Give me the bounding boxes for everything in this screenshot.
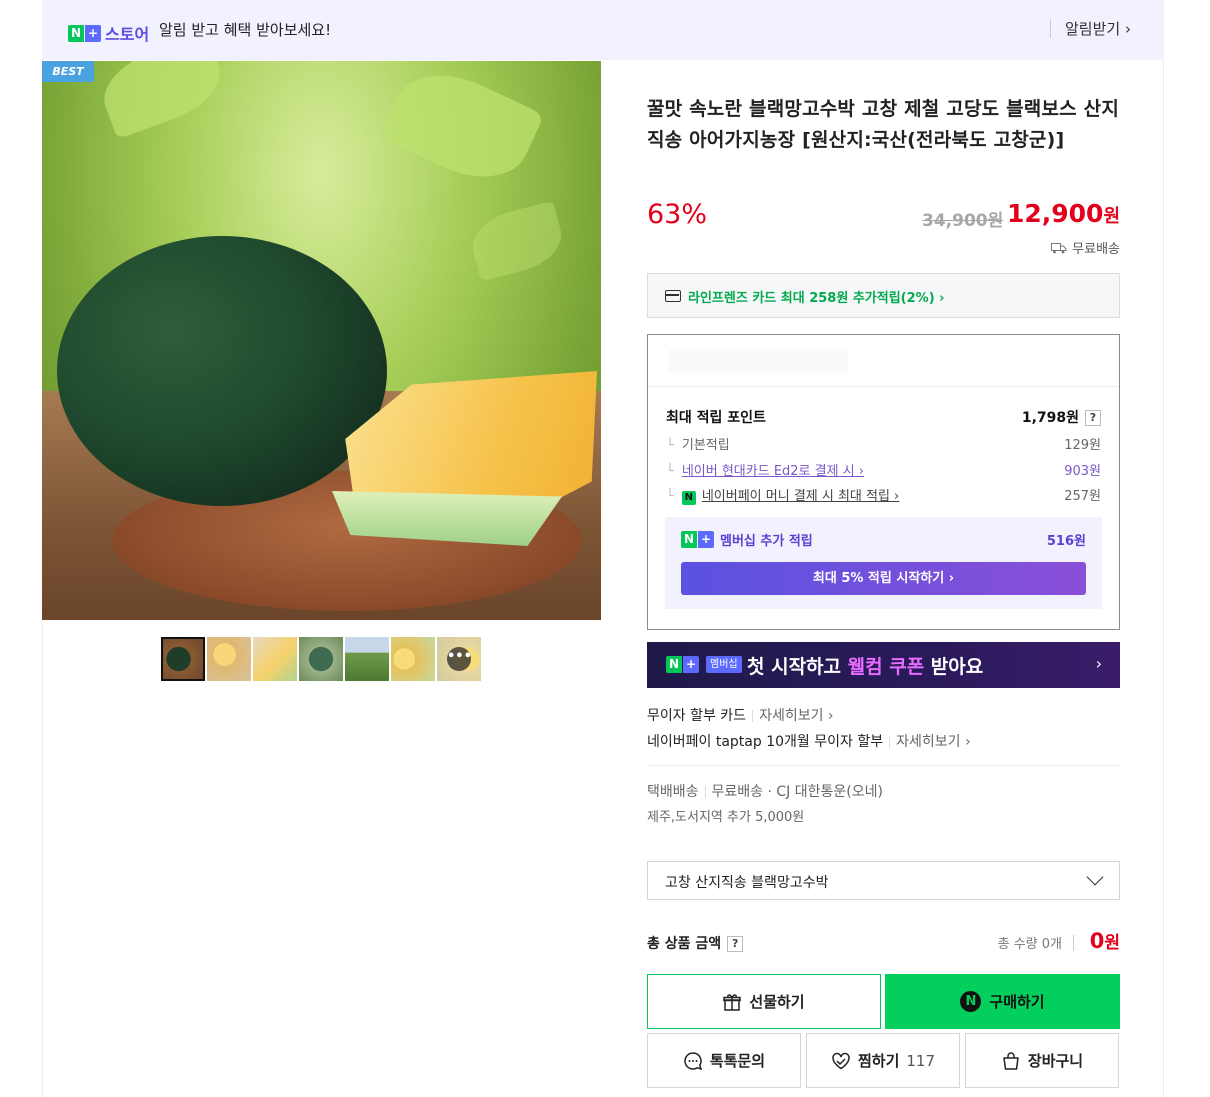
thumbnail[interactable] bbox=[253, 637, 297, 681]
npay-money-link[interactable]: 네이버페이 머니 결제 시 최대 적립 › bbox=[702, 489, 899, 504]
notification-bar: N + 스토어 알림 받고 혜택 받아보세요! 알림받기 › bbox=[42, 0, 1164, 60]
nplus-logo-icon: N + bbox=[68, 24, 101, 42]
thumbnail[interactable] bbox=[161, 637, 205, 681]
shipping-info: 무료배송 bbox=[1051, 238, 1120, 257]
thumbnail[interactable] bbox=[345, 637, 389, 681]
thumbnail-more[interactable]: ••• bbox=[437, 637, 481, 681]
option-select[interactable]: 고창 산지직송 블랙망고수박 bbox=[647, 861, 1120, 900]
membership-label: 멤버십 추가 적립 bbox=[720, 534, 813, 549]
gift-button[interactable]: 선물하기 bbox=[647, 974, 881, 1029]
talk-inquiry-button[interactable]: 톡톡문의 bbox=[647, 1033, 801, 1088]
card-benefit-box[interactable]: 라인프렌즈 카드 최대 258원 추가적립(2%) › bbox=[647, 273, 1120, 318]
npay-icon: N bbox=[681, 491, 696, 505]
points-row-npay: └ N 네이버페이 머니 결제 시 최대 적립 › 257원 bbox=[666, 489, 1101, 505]
discount-rate: 63% bbox=[647, 199, 708, 230]
membership-value: 516원 bbox=[1046, 534, 1086, 549]
original-price: 34,900원 bbox=[922, 211, 1004, 231]
membership-box: N + 멤버십 추가 적립 516원 최대 5% 적립 시작하기 › bbox=[665, 517, 1102, 609]
hyundai-card-link[interactable]: 네이버 현대카드 Ed2로 결제 시 › bbox=[682, 464, 864, 479]
nplus-logo-icon: N + bbox=[666, 656, 699, 673]
store-label: 스토어 bbox=[105, 25, 150, 44]
more-icon: ••• bbox=[447, 647, 472, 671]
card-benefit-text: 라인프렌즈 카드 최대 258원 추가적립(2%) › bbox=[688, 291, 945, 306]
notify-button[interactable]: 알림받기 › bbox=[1065, 18, 1131, 39]
help-icon[interactable]: ? bbox=[1085, 410, 1101, 426]
heart-icon bbox=[832, 1052, 850, 1069]
product-title: 꿀맛 속노란 블랙망고수박 고창 제철 고당도 블랙보스 산지직송 아어가지농장… bbox=[647, 98, 1120, 151]
best-badge: BEST bbox=[42, 61, 94, 82]
naver-plus-store-logo[interactable]: N + 스토어 bbox=[68, 21, 149, 45]
help-icon[interactable]: ? bbox=[727, 936, 744, 952]
points-row-card: └ 네이버 현대카드 Ed2로 결제 시 › 903원 bbox=[666, 464, 1101, 479]
wishlist-button[interactable]: 찜하기 117 bbox=[806, 1033, 960, 1088]
wish-count: 117 bbox=[906, 1051, 936, 1070]
credit-card-icon bbox=[665, 290, 681, 302]
divider bbox=[1050, 19, 1051, 38]
thumbnail-strip: ••• bbox=[161, 637, 481, 681]
taptap-detail-link[interactable]: 자세히보기 › bbox=[896, 734, 970, 750]
total-quantity: 총 수량 0개 bbox=[997, 937, 1062, 952]
points-box: 최대 적립 포인트 1,798원? └ 기본적립 129원 └ 네이버 현대카드 E… bbox=[647, 334, 1120, 630]
thumbnail[interactable] bbox=[207, 637, 251, 681]
thumbnail[interactable] bbox=[391, 637, 435, 681]
membership-start-button[interactable]: 최대 5% 적립 시작하기 › bbox=[681, 562, 1086, 595]
total-price-row: 총 상품 금액? 총 수량 0개 0원 bbox=[647, 929, 1120, 953]
chat-bubble-icon bbox=[684, 1051, 703, 1070]
installment-detail-link[interactable]: 자세히보기 › bbox=[759, 708, 833, 724]
points-row-basic: └ 기본적립 129원 bbox=[666, 438, 1101, 453]
chevron-down-icon bbox=[1086, 868, 1104, 886]
cart-button[interactable]: 장바구니 bbox=[965, 1033, 1119, 1088]
banner-text: 첫 시작하고 웰컴 쿠폰 받아요 bbox=[747, 656, 984, 678]
delivery-info: 택배배송 무료배송 · CJ 대한통운(오네) bbox=[647, 784, 883, 800]
installment-line-1: 무이자 할부 카드 자세히보기 › bbox=[647, 708, 834, 724]
divider bbox=[1073, 935, 1074, 951]
shopping-bag-icon bbox=[1003, 1051, 1019, 1070]
total-amount: 0원 bbox=[1089, 929, 1120, 953]
sale-price: 12,900원 bbox=[1006, 199, 1120, 228]
main-product-image[interactable] bbox=[42, 61, 601, 620]
blurred-header bbox=[648, 335, 1119, 387]
membership-badge: 멤버십 bbox=[706, 656, 742, 673]
delivery-extra: 제주,도서지역 추가 5,000원 bbox=[647, 810, 805, 825]
truck-icon bbox=[1051, 242, 1067, 253]
buy-button[interactable]: N 구매하기 bbox=[885, 974, 1120, 1029]
nplus-logo-icon: N + bbox=[681, 531, 714, 548]
divider bbox=[647, 765, 1120, 766]
chevron-right-icon: › bbox=[1095, 654, 1102, 673]
max-points-row: 최대 적립 포인트 1,798원? bbox=[666, 407, 1101, 427]
thumbnail[interactable] bbox=[299, 637, 343, 681]
installment-line-2: 네이버페이 taptap 10개월 무이자 할부 자세히보기 › bbox=[647, 734, 971, 750]
gift-icon bbox=[723, 993, 742, 1011]
membership-banner[interactable]: N + 멤버십 첫 시작하고 웰컴 쿠폰 받아요 › bbox=[647, 642, 1120, 688]
naver-pay-icon: N bbox=[960, 991, 982, 1012]
notification-message: 알림 받고 혜택 받아보세요! bbox=[159, 21, 332, 39]
